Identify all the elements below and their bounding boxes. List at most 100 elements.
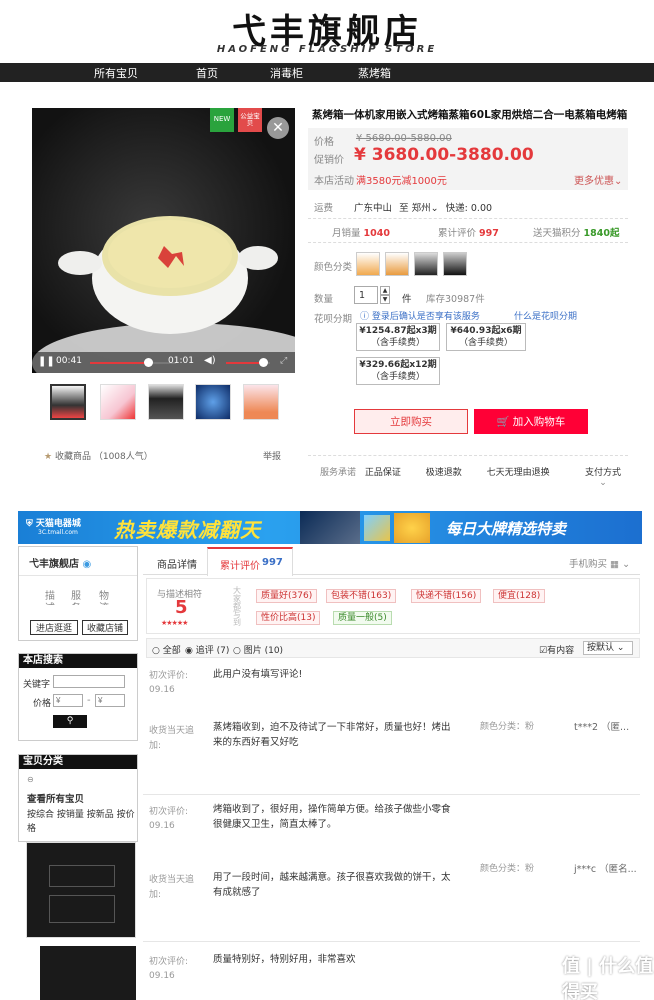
nav-sterilizer[interactable]: 消毒柜 — [270, 65, 303, 81]
payment-methods[interactable]: 支付方式 ⌄ — [585, 465, 621, 488]
shop-search-panel: 本店搜索 关键字 价格 - ⚲ — [18, 653, 138, 741]
fullscreen-icon[interactable]: ⤢ — [280, 356, 287, 366]
filter-images[interactable]: ○ 图片 (10) — [233, 643, 283, 656]
mobile-buy-link[interactable]: 手机购买 ▦ ⌄ — [569, 556, 630, 570]
installment-option-6[interactable]: ¥640.93起x6期 （含手续费） — [446, 323, 526, 351]
enter-shop-button[interactable]: 进店逛逛 — [30, 620, 78, 635]
rating-service-cut: 务 — [71, 599, 81, 605]
tab-reviews[interactable]: 累计评价 997 — [207, 547, 293, 576]
review-summary: 与描述相符 5 ★★★★★ 大家都写到 — [146, 578, 640, 634]
thumbnail-3[interactable] — [148, 384, 184, 420]
stat-total-reviews[interactable]: 累计评价 997 — [438, 225, 499, 239]
product-title: 蒸烤箱一体机家用嵌入式烤箱蒸箱60L家用烘焙二合一电蒸箱电烤箱 — [312, 109, 628, 121]
shipping-label: 运费 — [314, 203, 334, 214]
quantity-increase-button[interactable]: ▲ — [380, 286, 390, 295]
review-tag[interactable]: 包装不错(163) — [326, 589, 397, 603]
thumbnail-4[interactable] — [195, 384, 231, 420]
favorite-shop-button[interactable]: 收藏店铺 — [82, 620, 128, 635]
review-tag[interactable]: 快递不错(156) — [411, 589, 482, 603]
chevron-down-icon: ⌄ — [599, 478, 607, 488]
volume-handle[interactable] — [259, 358, 269, 367]
detail-tab-bar: 商品详情 累计评价 997 手机购买 ▦ ⌄ — [143, 547, 640, 576]
volume-icon[interactable]: ◀) — [204, 355, 216, 366]
installment-fee: （含手续费） — [370, 371, 425, 382]
thumbnail-5[interactable] — [243, 384, 279, 420]
sidebar-product-image-2[interactable] — [40, 946, 136, 1000]
tab-reviews-label: 累计评价 — [220, 561, 260, 572]
quantity-input[interactable]: 1 — [354, 286, 378, 304]
quantity-decrease-button[interactable]: ▼ — [380, 295, 390, 304]
review-tag[interactable]: 性价比高(13) — [256, 611, 321, 625]
service-item: 正品保证 — [364, 468, 401, 478]
review-tag[interactable]: 质量一般(5) — [333, 611, 392, 625]
rating-stars: ★★★★★ — [161, 619, 188, 627]
price-max-input[interactable] — [95, 694, 125, 707]
stat-points: 送天猫积分 1840起 — [533, 225, 620, 239]
divider — [308, 455, 628, 456]
filter-followup[interactable]: ◉ 追评 (7) — [185, 643, 229, 656]
banner-right-text: 每日大牌精选特卖 — [446, 520, 567, 538]
review-tag[interactable]: 便宜(128) — [493, 589, 546, 603]
color-label: 颜色分类 — [314, 262, 353, 273]
color-option-2[interactable] — [385, 252, 409, 276]
installment-fee: （含手续费） — [458, 337, 513, 348]
ship-to-select[interactable]: 郑州⌄ — [412, 203, 439, 214]
color-option-1[interactable] — [356, 252, 380, 276]
nav-all-items[interactable]: 所有宝贝 — [94, 65, 138, 81]
info-icon: ⓘ — [360, 312, 372, 322]
promo-banner[interactable]: ⛨ 天猫电器城 3C.tmall.com 热卖爆款减翻天 每日大牌精选特卖 — [18, 511, 642, 544]
mobile-buy-label: 手机购买 — [569, 559, 608, 570]
installment-option-3[interactable]: ¥1254.87起x3期 （含手续费） — [356, 323, 440, 351]
product-video-player[interactable]: NEW 公益宝贝 ❚❚ 00:41 01:01 ◀) ⤢ — [32, 108, 295, 373]
banner-logo-text: 天猫电器城 — [35, 519, 81, 529]
price-min-input[interactable] — [53, 694, 83, 707]
pause-icon[interactable]: ❚❚ — [38, 356, 55, 367]
original-price: ¥ 5680.00-5880.00 — [356, 133, 452, 144]
view-all-items-link[interactable]: 查看所有宝贝 — [27, 791, 84, 805]
video-progress-handle[interactable] — [143, 358, 153, 367]
filter-all[interactable]: ○ 全部 — [152, 643, 181, 656]
sort-link-sales[interactable]: 按销量 — [57, 810, 84, 820]
shop-name[interactable]: 弋丰旗舰店 ◉ — [29, 555, 91, 570]
price-panel: 价格 ¥ 5680.00-5880.00 促销价 ¥ 3680.00-3880.… — [308, 128, 628, 190]
video-progress-track[interactable] — [90, 362, 176, 364]
installment-option-12[interactable]: ¥329.66起x12期 （含手续费） — [356, 357, 440, 385]
nav-home[interactable]: 首页 — [196, 65, 218, 81]
stat-label: 送天猫积分 — [533, 228, 581, 239]
chevron-down-icon: ⌄ — [430, 203, 439, 214]
installment-login-text: 登录后确认是否享有该服务 — [371, 312, 480, 322]
chevron-down-icon: ⌄ — [622, 559, 631, 570]
tab-product-details[interactable]: 商品详情 — [157, 556, 197, 571]
payment-label: 支付方式 — [585, 468, 622, 478]
volume-fill — [226, 362, 264, 364]
color-option-3[interactable] — [414, 252, 438, 276]
installment-help-link[interactable]: 什么是花呗分期 — [514, 309, 577, 322]
sort-link-new[interactable]: 按新品 — [87, 810, 114, 820]
review-first-text: 质量特别好，特别好用，非常喜欢 — [213, 954, 356, 965]
sort-select[interactable]: 按默认 ⌄ — [583, 641, 633, 655]
keyword-input[interactable] — [53, 675, 125, 688]
sort-link-overall[interactable]: 按综合 — [27, 810, 54, 820]
installment-login-link[interactable]: ⓘ 登录后确认是否享有该服务 — [360, 309, 480, 322]
thumbnail-1[interactable] — [50, 384, 86, 420]
search-button[interactable]: ⚲ — [53, 715, 87, 728]
has-content-checkbox[interactable]: ☑有内容 — [539, 643, 574, 656]
review-tag[interactable]: 质量好(376) — [256, 589, 318, 603]
sidebar-product-image-1[interactable] — [26, 842, 136, 938]
thumbnail-2[interactable] — [100, 384, 136, 420]
installment-fee: （含手续费） — [370, 337, 425, 348]
buy-now-button[interactable]: 立即购买 — [354, 409, 468, 434]
close-icon[interactable]: ✕ — [267, 117, 289, 139]
nav-steam-oven[interactable]: 蒸烤箱 — [358, 65, 391, 81]
collapse-icon[interactable]: ⊖ — [27, 775, 34, 784]
service-row: 服务承诺 正品保证 极速退款 七天无理由退换 — [320, 465, 550, 478]
review-first-label: 初次评价: — [149, 957, 189, 967]
banner-mascot-image — [394, 513, 430, 543]
add-to-cart-button[interactable]: 🛒 加入购物车 — [474, 409, 588, 434]
favorite-item[interactable]: ★ 收藏商品 （1008人气） — [44, 449, 153, 462]
more-offers-link[interactable]: 更多优惠⌄ — [574, 172, 622, 187]
search-icon: ⚲ — [66, 716, 74, 726]
color-option-4[interactable] — [443, 252, 467, 276]
report-link[interactable]: 举报 — [263, 449, 281, 462]
match-score: 5 — [175, 597, 188, 618]
